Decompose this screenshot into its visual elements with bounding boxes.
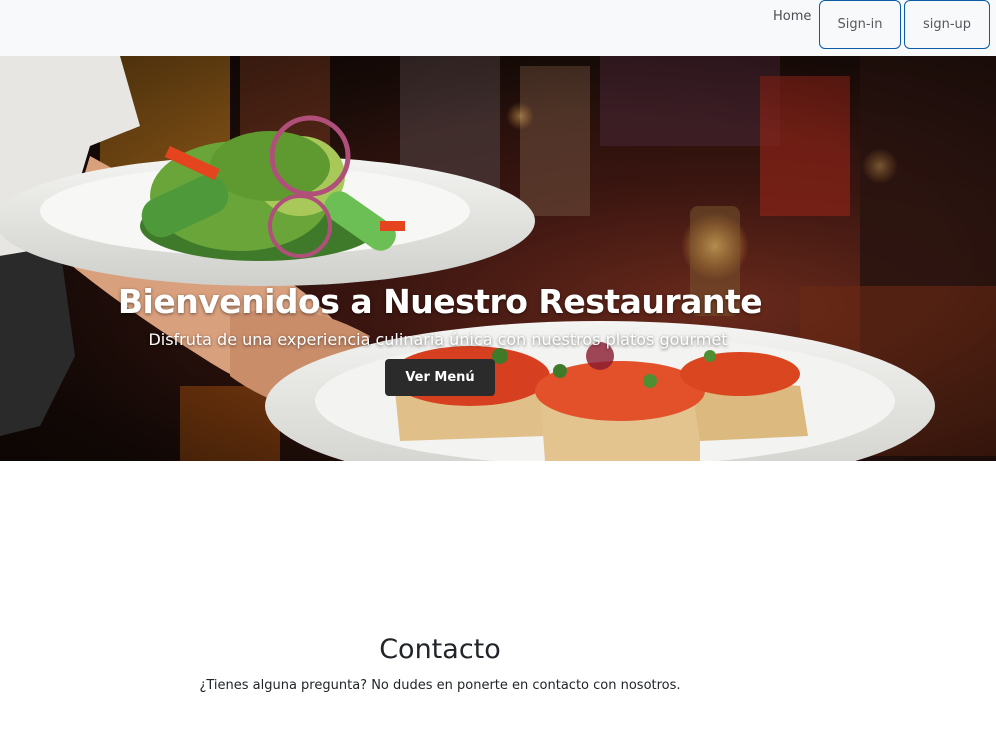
sign-in-button[interactable]: Sign-in (819, 0, 901, 49)
hero-section: Bienvenidos a Nuestro Restaurante Disfru… (0, 56, 996, 461)
hero-title: Bienvenidos a Nuestro Restaurante (117, 282, 763, 321)
nav-home-link[interactable]: Home (773, 9, 811, 24)
hero-subtitle: Disfruta de una experiencia culinaria ún… (148, 330, 728, 349)
contact-title: Contacto (379, 634, 501, 665)
navbar: Home Sign-in sign-up (0, 0, 996, 56)
hero-background-image (0, 56, 996, 461)
view-menu-button[interactable]: Ver Menú (385, 359, 495, 396)
sign-up-button[interactable]: sign-up (904, 0, 990, 49)
contact-text: ¿Tienes alguna pregunta? No dudes en pon… (199, 678, 681, 693)
